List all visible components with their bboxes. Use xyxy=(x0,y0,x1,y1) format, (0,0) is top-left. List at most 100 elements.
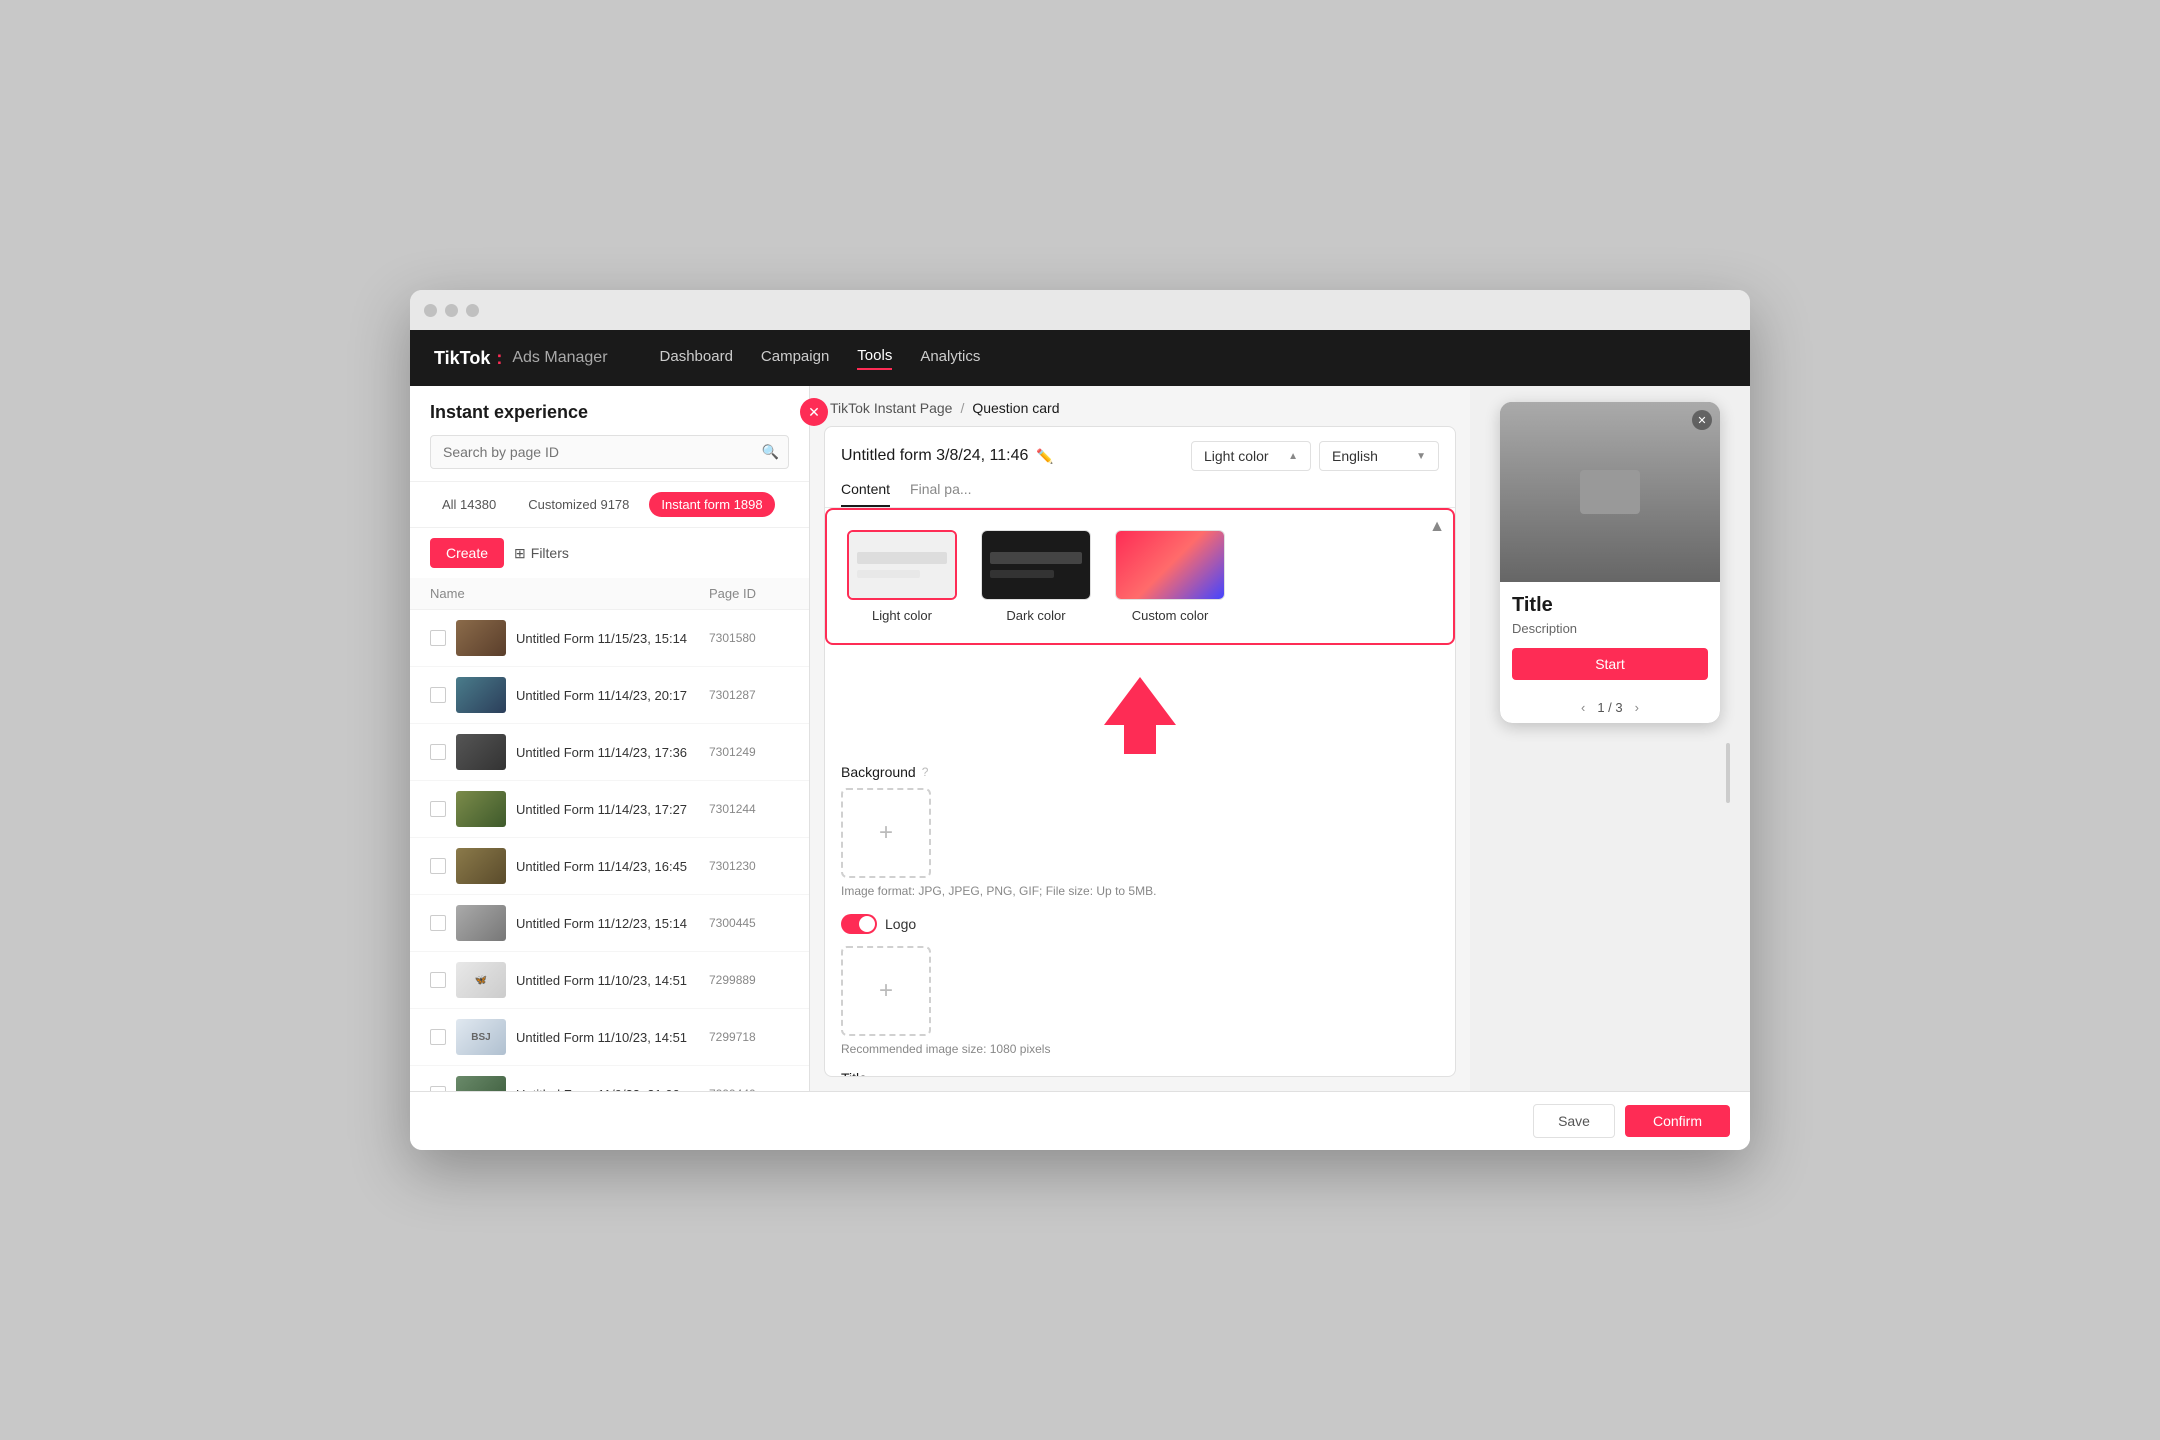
preview-start-button[interactable]: Start xyxy=(1512,648,1708,680)
color-dropdown[interactable]: Light color ▲ xyxy=(1191,441,1311,471)
minimize-dot[interactable] xyxy=(445,304,458,317)
row-checkbox[interactable] xyxy=(430,687,446,703)
dark-color-label: Dark color xyxy=(1006,608,1065,623)
language-dropdown[interactable]: English ▼ xyxy=(1319,441,1439,471)
edit-icon[interactable]: ✏️ xyxy=(1036,448,1053,465)
table-row[interactable]: Untitled Form 11/15/23, 15:14 7301580 xyxy=(410,610,809,667)
logo-toggle-row: Logo xyxy=(841,914,1439,934)
right-preview: ✕ Title Description Start ‹ 1 / 3 › xyxy=(1470,386,1750,1091)
nav-dashboard[interactable]: Dashboard xyxy=(660,348,733,369)
preview-image-area xyxy=(1500,402,1720,582)
close-dot[interactable] xyxy=(424,304,437,317)
row-checkbox[interactable] xyxy=(430,801,446,817)
breadcrumb: TikTok Instant Page / Question card xyxy=(810,386,1470,416)
color-option-dark[interactable]: Dark color xyxy=(981,530,1091,623)
title-bar xyxy=(410,290,1750,330)
tab-row: All 14380 Customized 9178 Instant form 1… xyxy=(410,482,809,528)
table-row[interactable]: Untitled Form 11/9/23, 21:00 7299440 xyxy=(410,1066,809,1091)
color-option-custom[interactable]: Custom color xyxy=(1115,530,1225,623)
table-row[interactable]: Untitled Form 11/14/23, 17:36 7301249 xyxy=(410,724,809,781)
row-info: Untitled Form 11/14/23, 16:45 xyxy=(516,859,699,874)
action-row: Create ⊞ Filters xyxy=(410,528,809,578)
table-row[interactable]: 🦋 Untitled Form 11/10/23, 14:51 7299889 xyxy=(410,952,809,1009)
light-color-label: Light color xyxy=(872,608,932,623)
close-panel-button[interactable]: ✕ xyxy=(800,398,828,426)
background-upload[interactable]: + xyxy=(841,788,931,878)
row-info: Untitled Form 11/14/23, 17:27 xyxy=(516,802,699,817)
row-id: 7301580 xyxy=(709,631,789,645)
toggle-knob xyxy=(859,916,875,932)
row-checkbox[interactable] xyxy=(430,1029,446,1045)
row-id: 7299889 xyxy=(709,973,789,987)
brand-tiktok: TikTok xyxy=(434,348,490,369)
row-info: Untitled Form 11/12/23, 15:14 xyxy=(516,916,699,931)
row-info: Untitled Form 11/14/23, 17:36 xyxy=(516,745,699,760)
row-checkbox[interactable] xyxy=(430,915,446,931)
row-name: Untitled Form 11/14/23, 17:27 xyxy=(516,802,699,817)
background-help-icon[interactable]: ? xyxy=(922,765,929,779)
row-checkbox[interactable] xyxy=(430,1086,446,1091)
next-arrow-icon[interactable]: › xyxy=(1635,700,1639,715)
table-row[interactable]: Untitled Form 11/14/23, 20:17 7301287 xyxy=(410,667,809,724)
row-id: 7299440 xyxy=(709,1087,789,1091)
title-label: Title xyxy=(841,1070,1439,1076)
chevron-up-icon: ▲ xyxy=(1288,451,1298,462)
filter-button[interactable]: ⊞ Filters xyxy=(514,545,569,562)
prev-arrow-icon[interactable]: ‹ xyxy=(1581,700,1585,715)
filter-label: Filters xyxy=(531,545,569,561)
left-panel-title: Instant experience xyxy=(430,402,789,423)
table-row[interactable]: BSJ Untitled Form 11/10/23, 14:51 729971… xyxy=(410,1009,809,1066)
breadcrumb-parent[interactable]: TikTok Instant Page xyxy=(830,400,952,416)
table-row[interactable]: Untitled Form 11/12/23, 15:14 7300445 xyxy=(410,895,809,952)
tab-content[interactable]: Content xyxy=(841,481,890,507)
app-window: TikTok: Ads Manager Dashboard Campaign T… xyxy=(410,290,1750,1150)
preview-nav: ‹ 1 / 3 › xyxy=(1500,692,1720,723)
save-button[interactable]: Save xyxy=(1533,1104,1615,1138)
nav-tools[interactable]: Tools xyxy=(857,347,892,370)
nav-items: Dashboard Campaign Tools Analytics xyxy=(660,347,981,370)
row-info: Untitled Form 11/10/23, 14:51 xyxy=(516,1030,699,1045)
row-id: 7301230 xyxy=(709,859,789,873)
row-name: Untitled Form 11/10/23, 14:51 xyxy=(516,973,699,988)
tab-all[interactable]: All 14380 xyxy=(430,492,508,517)
color-option-light[interactable]: Light color xyxy=(847,530,957,623)
main-layout: Instant experience 🔍 All 14380 Customize… xyxy=(410,386,1750,1091)
center-panel: TikTok Instant Page / Question card Unti… xyxy=(810,386,1470,1091)
preview-description: Description xyxy=(1512,621,1708,636)
filter-icon: ⊞ xyxy=(514,545,526,562)
maximize-dot[interactable] xyxy=(466,304,479,317)
row-info: Untitled Form 11/15/23, 15:14 xyxy=(516,631,699,646)
row-id: 7301244 xyxy=(709,802,789,816)
table-row[interactable]: Untitled Form 11/14/23, 17:27 7301244 xyxy=(410,781,809,838)
row-id: 7299718 xyxy=(709,1030,789,1044)
table-row[interactable]: Untitled Form 11/14/23, 16:45 7301230 xyxy=(410,838,809,895)
logo-toggle[interactable] xyxy=(841,914,877,934)
form-editor: Untitled form 3/8/24, 11:46 ✏️ Light col… xyxy=(824,426,1456,1077)
breadcrumb-separator: / xyxy=(960,400,964,416)
breadcrumb-current: Question card xyxy=(972,400,1059,416)
collapse-button[interactable]: ▲ xyxy=(1429,518,1445,536)
row-checkbox[interactable] xyxy=(430,630,446,646)
row-checkbox[interactable] xyxy=(430,744,446,760)
row-thumb: 🦋 xyxy=(456,962,506,998)
row-checkbox[interactable] xyxy=(430,858,446,874)
arrow-indicator xyxy=(841,677,1439,754)
row-checkbox[interactable] xyxy=(430,972,446,988)
app-content: TikTok: Ads Manager Dashboard Campaign T… xyxy=(410,330,1750,1150)
background-section: Background ? + Image format: JPG, JPEG, … xyxy=(841,764,1439,898)
nav-campaign[interactable]: Campaign xyxy=(761,348,829,369)
confirm-button[interactable]: Confirm xyxy=(1625,1105,1730,1137)
pagination-text: 1 / 3 xyxy=(1597,700,1622,715)
up-arrow xyxy=(1104,677,1176,754)
tab-instant-form[interactable]: Instant form 1898 xyxy=(649,492,774,517)
brand-ads: Ads Manager xyxy=(512,349,607,367)
scrollbar-indicator xyxy=(1726,743,1730,803)
logo-upload[interactable]: + xyxy=(841,946,931,1036)
search-input[interactable] xyxy=(430,435,789,469)
create-button[interactable]: Create xyxy=(430,538,504,568)
table-rows: Untitled Form 11/15/23, 15:14 7301580 Un… xyxy=(410,610,809,1091)
tab-customized[interactable]: Customized 9178 xyxy=(516,492,641,517)
tab-final-page[interactable]: Final pa... xyxy=(910,481,971,507)
preview-close-button[interactable]: ✕ xyxy=(1692,410,1712,430)
nav-analytics[interactable]: Analytics xyxy=(920,348,980,369)
